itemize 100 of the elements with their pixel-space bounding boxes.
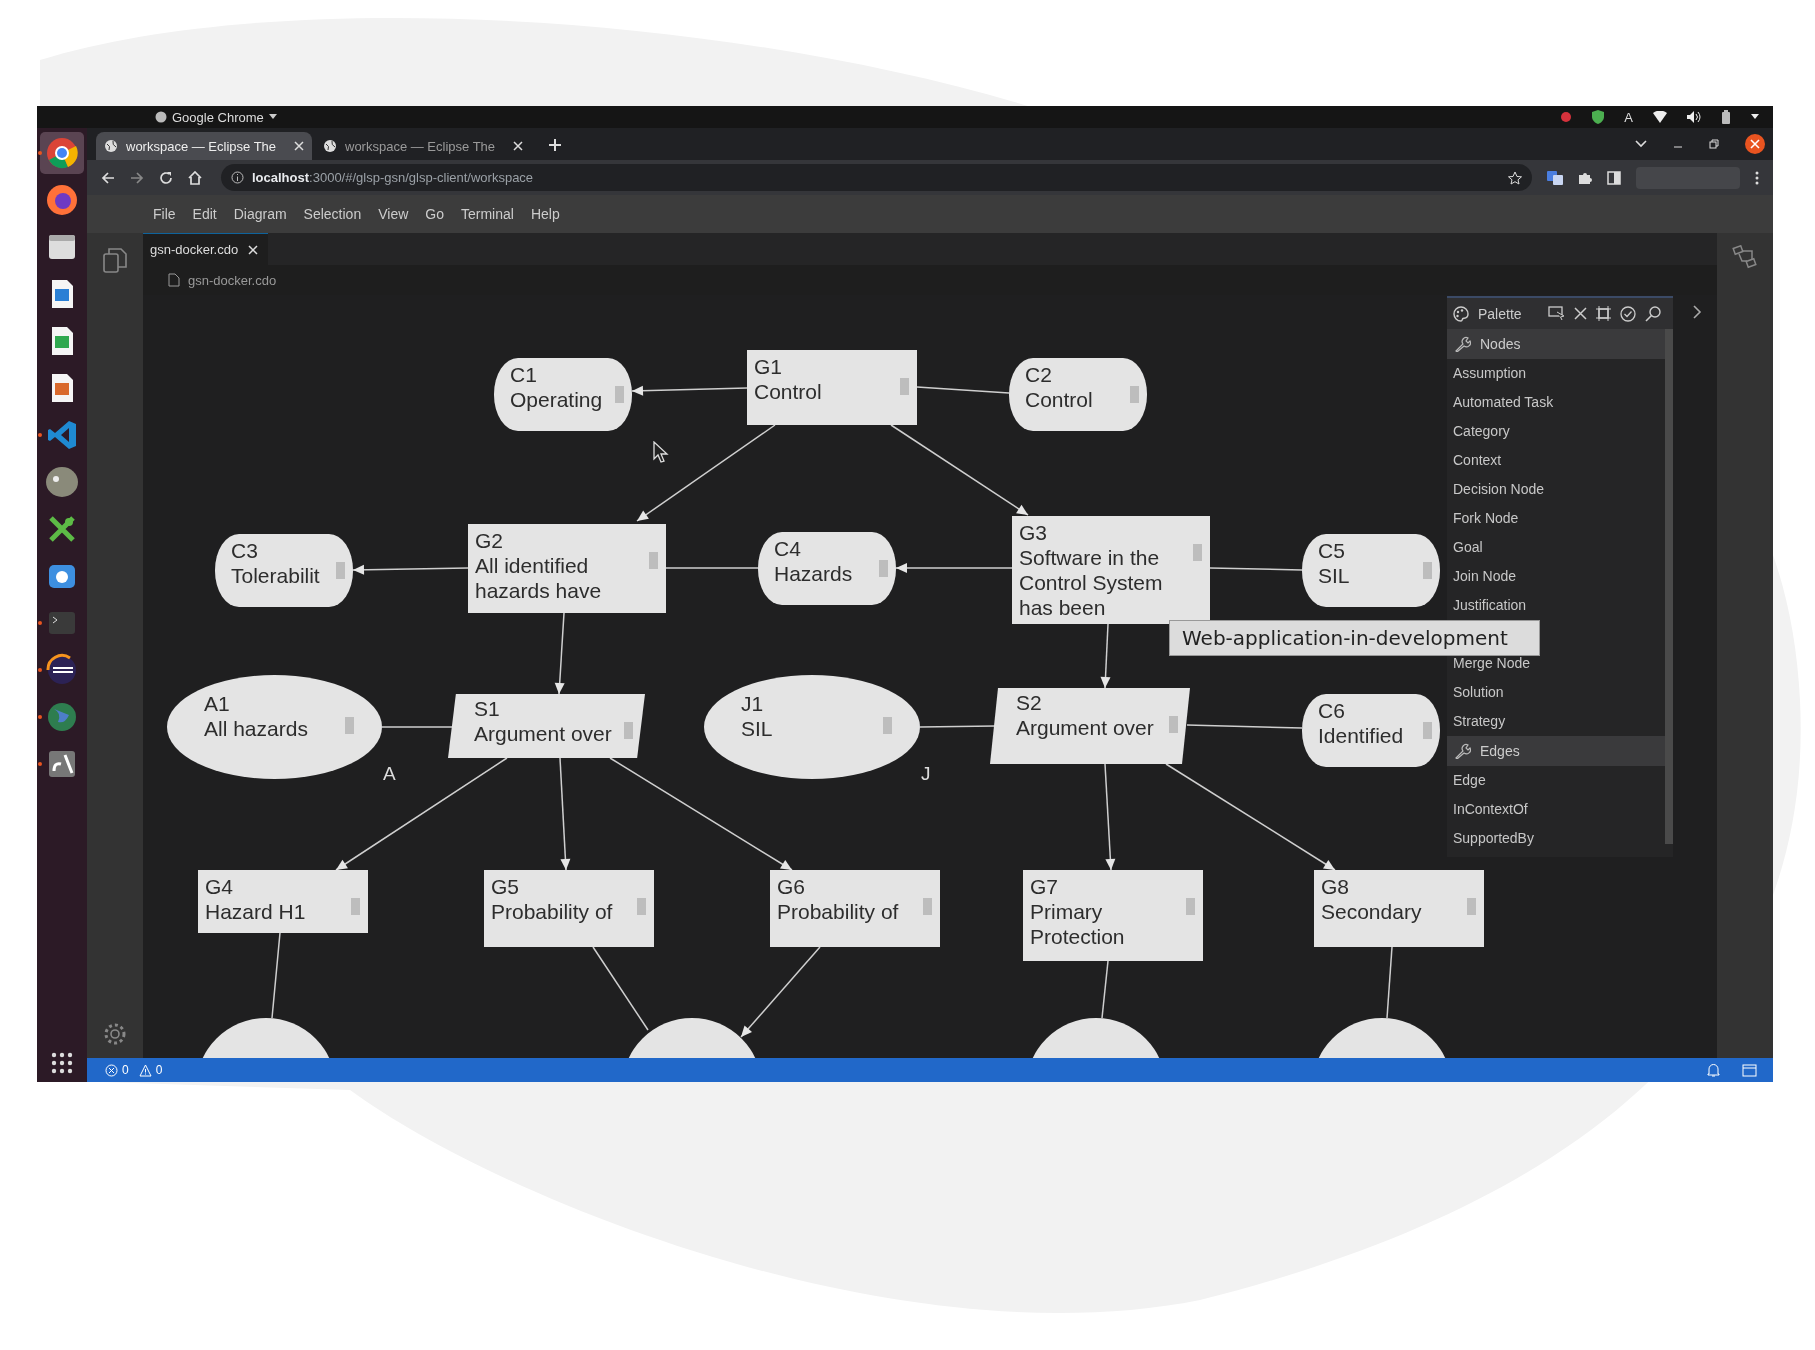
palette-item[interactable]: Fork Node: [1447, 504, 1665, 533]
more-icon[interactable]: [1755, 170, 1759, 185]
context-node[interactable]: C5 SIL: [1302, 534, 1440, 607]
palette-item[interactable]: Category: [1447, 417, 1665, 446]
assumption-node[interactable]: A1 All hazards: [167, 675, 382, 779]
menu-item[interactable]: File: [153, 206, 176, 222]
drag-handle-icon[interactable]: [624, 722, 633, 739]
select-icon[interactable]: [1548, 306, 1565, 321]
caret-icon[interactable]: [1751, 114, 1759, 120]
goal-node[interactable]: G6 Probability of: [770, 870, 940, 947]
record-icon[interactable]: [1560, 111, 1573, 123]
panel-icon[interactable]: [1742, 1063, 1757, 1077]
reload-icon[interactable]: [159, 170, 173, 185]
browser-tab[interactable]: workspace — Eclipse The: [96, 132, 312, 160]
menu-item[interactable]: Edit: [192, 206, 217, 222]
translate-icon[interactable]: [1547, 170, 1563, 185]
browser-tab[interactable]: workspace — Eclipse The: [315, 132, 531, 160]
goal-node[interactable]: G2 All identified hazards have: [468, 524, 666, 613]
new-tab-icon[interactable]: [548, 138, 562, 152]
palette-item[interactable]: Solution: [1447, 678, 1665, 707]
app-menu[interactable]: Google Chrome: [155, 109, 277, 125]
scrollbar[interactable]: [1665, 329, 1673, 844]
goal-node[interactable]: G8 Secondary: [1314, 870, 1484, 947]
drag-handle-icon[interactable]: [923, 898, 932, 915]
speaker-icon[interactable]: [1687, 111, 1701, 123]
drag-handle-icon[interactable]: [345, 717, 354, 734]
strategy-node[interactable]: S1 Argument over: [448, 694, 645, 758]
context-node[interactable]: C3 Tolerabilit: [215, 534, 353, 607]
close-icon[interactable]: [1574, 307, 1587, 320]
wifi-icon[interactable]: [1653, 111, 1667, 123]
keyboard-layout[interactable]: A: [1624, 109, 1633, 125]
drag-handle-icon[interactable]: [1423, 722, 1432, 739]
palette-item[interactable]: Justification: [1447, 591, 1665, 620]
drag-handle-icon[interactable]: [883, 717, 892, 734]
drag-handle-icon[interactable]: [879, 560, 888, 577]
palette-item[interactable]: Join Node: [1447, 562, 1665, 591]
drag-handle-icon[interactable]: [1423, 562, 1432, 579]
drag-handle-icon[interactable]: [1130, 386, 1139, 403]
close-icon[interactable]: [1745, 134, 1765, 154]
menu-item[interactable]: Terminal: [460, 206, 514, 222]
palette-item[interactable]: Context: [1447, 446, 1665, 475]
info-icon[interactable]: [231, 171, 244, 184]
drag-handle-icon[interactable]: [615, 386, 624, 403]
goal-node[interactable]: G7 Primary Protection: [1023, 870, 1203, 961]
palette-item[interactable]: Strategy: [1447, 707, 1665, 736]
error-count[interactable]: 0: [122, 1063, 129, 1077]
menu-item[interactable]: Go: [425, 206, 444, 222]
warning-count[interactable]: 0: [155, 1063, 163, 1077]
goal-node[interactable]: G1 Control: [747, 350, 917, 425]
drag-handle-icon[interactable]: [637, 898, 646, 915]
menu-item[interactable]: Selection: [303, 206, 362, 222]
palette-item[interactable]: Decision Node: [1447, 475, 1665, 504]
check-circle-icon[interactable]: [1620, 305, 1636, 322]
drag-handle-icon[interactable]: [1193, 544, 1202, 561]
apps-grid-icon[interactable]: [51, 1052, 73, 1074]
palette-section[interactable]: Nodes: [1447, 329, 1665, 359]
drag-handle-icon[interactable]: [649, 552, 658, 569]
context-node[interactable]: C1 Operating: [494, 358, 632, 431]
editor-tab[interactable]: gsn-docker.cdo: [143, 233, 269, 265]
error-icon[interactable]: [105, 1063, 118, 1077]
palette-item[interactable]: Assumption: [1447, 359, 1665, 388]
strategy-node[interactable]: S2 Argument over: [990, 688, 1190, 764]
palette-item[interactable]: InContextOf: [1447, 795, 1665, 824]
context-node[interactable]: C2 Control: [1009, 358, 1147, 431]
search-icon[interactable]: [1645, 305, 1661, 322]
drag-handle-icon[interactable]: [900, 378, 909, 395]
drag-handle-icon[interactable]: [1467, 898, 1476, 915]
close-icon[interactable]: [248, 244, 259, 255]
drag-handle-icon[interactable]: [1186, 898, 1195, 915]
dock-item[interactable]: [40, 132, 84, 174]
drag-handle-icon[interactable]: [351, 898, 360, 915]
palette-item[interactable]: Edge: [1447, 766, 1665, 795]
menu-item[interactable]: View: [378, 206, 409, 222]
context-node[interactable]: C6 Identified: [1302, 694, 1440, 767]
address-field[interactable]: localhost:3000/#/glsp-gsn/glsp-client/workspace: [221, 164, 1532, 191]
explorer-icon[interactable]: [103, 247, 127, 273]
restore-icon[interactable]: [1709, 139, 1719, 149]
breadcrumb-item[interactable]: gsn-docker.cdo: [188, 272, 277, 288]
close-icon[interactable]: [294, 141, 304, 151]
menu-item[interactable]: Diagram: [233, 206, 287, 222]
side-panel-icon[interactable]: [1607, 170, 1621, 185]
close-icon[interactable]: [513, 141, 523, 151]
goal-node[interactable]: G5 Probability of: [484, 870, 654, 947]
chevron-down-icon[interactable]: [1635, 140, 1647, 148]
bell-icon[interactable]: [1707, 1063, 1720, 1077]
forward-icon[interactable]: [130, 170, 144, 185]
palette-item[interactable]: SupportedBy: [1447, 824, 1665, 853]
menu-item[interactable]: Help: [530, 206, 560, 222]
star-icon[interactable]: [1508, 170, 1522, 185]
fit-icon[interactable]: [1596, 306, 1611, 321]
palette-section[interactable]: Edges: [1447, 736, 1665, 766]
justification-node[interactable]: J1 SIL: [704, 675, 920, 779]
drag-handle-icon[interactable]: [336, 562, 345, 579]
palette-item[interactable]: Automated Task: [1447, 388, 1665, 417]
puzzle-icon[interactable]: [1578, 170, 1592, 185]
goal-node[interactable]: G3 Software in the Control System has been: [1012, 516, 1210, 624]
context-node[interactable]: C4 Hazards: [758, 532, 896, 605]
drag-handle-icon[interactable]: [1169, 716, 1178, 733]
goal-node[interactable]: G4 Hazard H1: [198, 870, 368, 933]
shield-icon[interactable]: [1592, 110, 1605, 124]
